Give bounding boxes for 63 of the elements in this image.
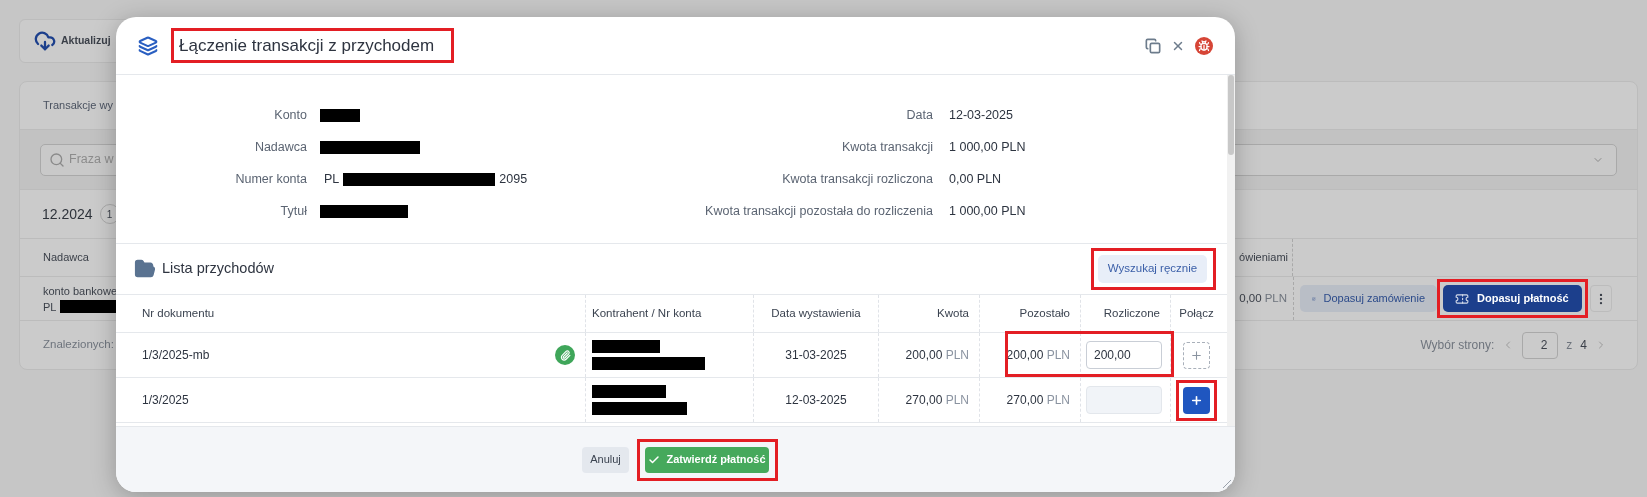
page-label: Wybór strony: — [1420, 337, 1495, 354]
detail-label: Nadawca — [253, 138, 307, 156]
amount: 200,00 PLN — [905, 347, 969, 364]
detail-label: Numer konta — [234, 170, 307, 188]
layers-icon — [138, 35, 158, 56]
match-button[interactable]: Dopasuj zamówienie — [1300, 285, 1437, 312]
search-icon — [49, 151, 65, 168]
check-icon — [648, 453, 661, 466]
match-button[interactable]: Dopasuj płatność — [1443, 285, 1582, 312]
period-label: 12.2024 — [42, 204, 93, 224]
resize-grip-icon — [1222, 479, 1232, 489]
account-prefix: PL — [43, 299, 57, 314]
remaining-amount: 200,00 PLN — [1006, 347, 1070, 364]
detail-label: Kwota transakcji — [841, 138, 933, 156]
page-total: 4 — [1580, 337, 1587, 354]
plus-icon — [1190, 393, 1203, 407]
cloud-download-icon — [34, 30, 56, 52]
detail-value: 12-03-2025 — [949, 106, 1013, 124]
document-number: 1/3/2025 — [142, 392, 189, 409]
column-header: Kontrahent / Nr konta — [592, 305, 702, 321]
detail-value: PL — [323, 170, 341, 188]
ticket-icon — [1455, 291, 1469, 306]
page-of-label: z — [1566, 337, 1573, 354]
detail-label: Data — [905, 106, 933, 124]
column-header: Nr dokumentu — [142, 305, 215, 321]
redaction-bar — [320, 108, 360, 122]
detail-value: 0,00 PLN — [949, 170, 1002, 188]
bug-report-icon[interactable] — [1195, 36, 1213, 55]
document-number: 1/3/2025-mb — [142, 347, 210, 364]
detail-value: 1 000,00 PLN — [949, 202, 1026, 220]
sender-name: konto bankowe — [43, 283, 118, 298]
copy-icon[interactable] — [1145, 37, 1161, 54]
redaction-bar — [592, 340, 660, 353]
scrollbar-thumb[interactable] — [1228, 75, 1234, 155]
results-count: Znalezionych: — [42, 337, 114, 353]
detail-value: 2095 — [498, 170, 529, 188]
modal-title: Łączenie transakcji z przychodem — [179, 35, 435, 55]
column-header: Pozostało — [1019, 305, 1070, 321]
manual-search-button[interactable]: Wyszukaj ręcznie — [1098, 255, 1207, 283]
column-header: Data wystawienia — [771, 305, 861, 321]
detail-label: Tytuł — [279, 202, 307, 220]
plus-icon — [1190, 348, 1203, 362]
issue-date: 12-03-2025 — [785, 392, 847, 409]
attachment-icon[interactable] — [555, 345, 575, 365]
detail-value: 1 000,00 PLN — [949, 138, 1026, 156]
settled-amount-field[interactable]: 200,00 — [1086, 341, 1162, 369]
detail-label: Kwota transakcji rozliczona — [781, 170, 933, 188]
column-header: Nadawca — [42, 250, 89, 266]
amount: 270,00 PLN — [905, 392, 969, 409]
update-button[interactable]: Aktualizuj — [61, 33, 111, 49]
connect-button[interactable] — [1183, 386, 1210, 414]
page-field[interactable]: 2 — [1522, 331, 1559, 359]
column-header: Rozliczone — [1103, 305, 1160, 321]
folder-icon — [134, 258, 156, 280]
detail-label: Kwota transakcji pozostała do rozliczenia — [704, 202, 933, 220]
column-header: Kwota — [937, 305, 969, 321]
remaining-amount: 270,00 PLN — [1006, 392, 1070, 409]
more-button[interactable] — [1590, 285, 1612, 312]
card-title: Transakcje wy — [43, 98, 113, 114]
cancel-button[interactable]: Anuluj — [582, 446, 629, 473]
detail-label: Konto — [273, 106, 307, 124]
issue-date: 31-03-2025 — [785, 347, 847, 364]
section-title: Lista przychodów — [162, 259, 275, 279]
